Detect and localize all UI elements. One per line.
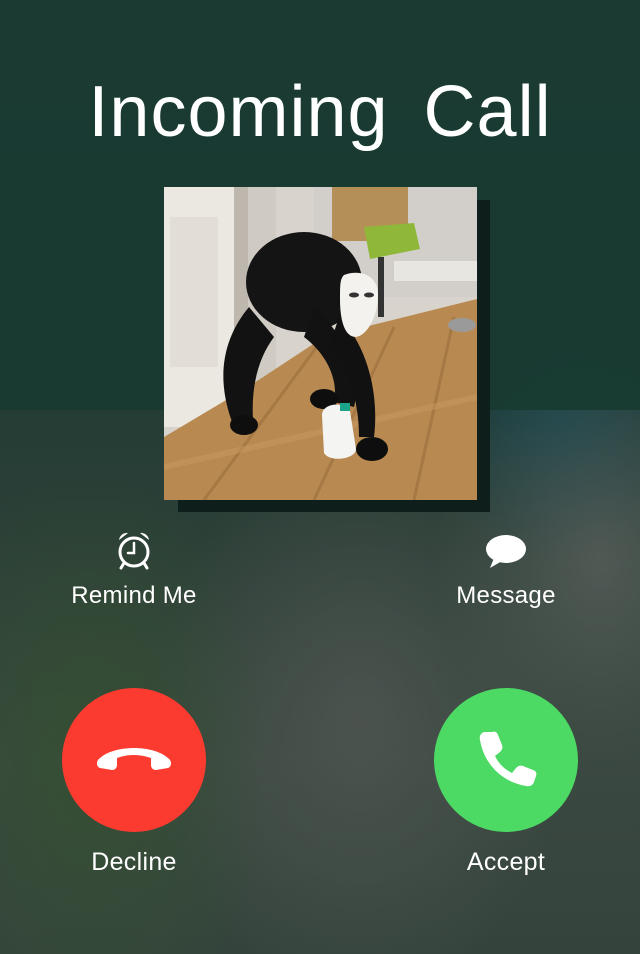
message-label: Message xyxy=(456,582,556,609)
phone-hangup-icon xyxy=(94,738,174,783)
decline-button[interactable] xyxy=(62,688,206,832)
caller-photo-image xyxy=(164,187,477,500)
message-button[interactable]: Message xyxy=(396,528,616,610)
accept-label: Accept xyxy=(466,848,546,876)
decline-label: Decline xyxy=(91,848,177,876)
remind-me-button[interactable]: Remind Me xyxy=(24,528,244,610)
alarm-clock-icon xyxy=(112,528,156,572)
page-title: Incoming Call xyxy=(88,72,552,152)
phone-icon xyxy=(474,726,538,795)
caller-photo xyxy=(164,187,477,500)
speech-bubble-icon xyxy=(484,528,528,572)
remind-me-label: Remind Me xyxy=(71,582,197,609)
accept-button[interactable] xyxy=(434,688,578,832)
